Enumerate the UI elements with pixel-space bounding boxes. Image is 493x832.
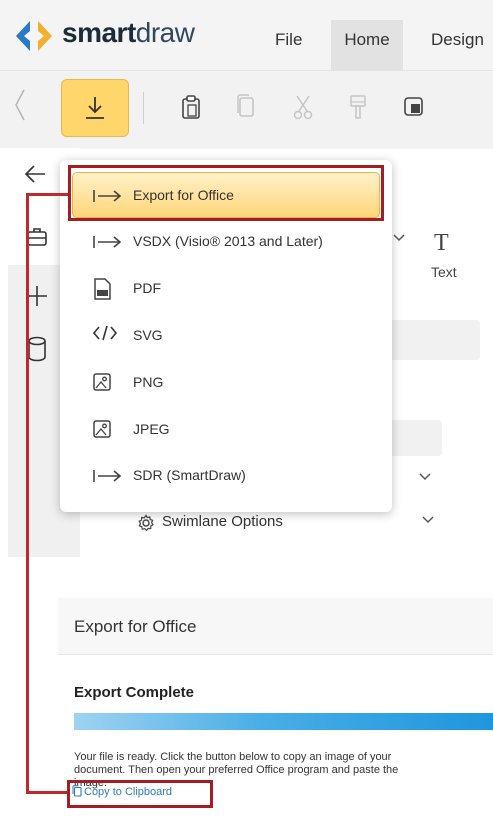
scroll-left-icon[interactable] bbox=[14, 88, 26, 122]
smartdraw-logo-icon bbox=[16, 21, 52, 51]
dropdown-item-svg[interactable]: SVG bbox=[133, 327, 163, 343]
image-icon bbox=[92, 372, 112, 392]
logo-text: smartdraw bbox=[62, 17, 195, 48]
export-arrow-icon bbox=[92, 468, 124, 484]
annotation-line bbox=[26, 193, 29, 794]
chevron-down-icon[interactable] bbox=[418, 472, 432, 482]
chevron-down-icon[interactable] bbox=[421, 515, 435, 525]
plus-icon[interactable] bbox=[26, 285, 48, 307]
menu-home[interactable]: Home bbox=[331, 20, 403, 70]
export-button[interactable] bbox=[61, 79, 129, 137]
briefcase-icon[interactable] bbox=[26, 227, 48, 247]
dropdown-item-pdf[interactable]: PDF bbox=[133, 280, 161, 296]
progress-fill bbox=[74, 713, 493, 730]
dropdown-item-png[interactable]: PNG bbox=[133, 374, 163, 390]
export-arrow-icon bbox=[92, 234, 124, 250]
menu-file[interactable]: File bbox=[275, 20, 302, 70]
copy-icon[interactable] bbox=[236, 94, 256, 120]
chevron-down-icon[interactable] bbox=[392, 233, 406, 243]
cut-icon[interactable] bbox=[292, 94, 314, 120]
format-painter-icon[interactable] bbox=[348, 94, 368, 120]
paste-icon[interactable] bbox=[180, 94, 202, 120]
pdf-file-icon bbox=[92, 278, 112, 300]
toolbar-divider bbox=[143, 92, 144, 124]
database-icon[interactable] bbox=[26, 336, 48, 362]
download-icon bbox=[84, 95, 106, 121]
annotation-box bbox=[67, 780, 213, 808]
swimlane-options-label[interactable]: Swimlane Options bbox=[162, 513, 283, 530]
menu-design[interactable]: Design bbox=[431, 20, 484, 70]
annotation-line bbox=[26, 791, 69, 794]
export-title: Export for Office bbox=[74, 617, 197, 636]
image-icon bbox=[92, 419, 112, 439]
text-tool-icon[interactable]: T bbox=[434, 230, 449, 257]
gear-icon bbox=[137, 514, 155, 532]
code-icon bbox=[92, 325, 118, 341]
export-status: Export Complete bbox=[74, 684, 195, 701]
text-tool-label: Text bbox=[431, 264, 457, 280]
back-arrow-icon[interactable] bbox=[24, 164, 46, 184]
arrange-icon[interactable] bbox=[403, 94, 425, 120]
dropdown-item-sdr-smartdraw[interactable]: SDR (SmartDraw) bbox=[133, 467, 246, 483]
annotation-line bbox=[26, 193, 70, 196]
annotation-box bbox=[68, 165, 384, 221]
dropdown-item-jpeg[interactable]: JPEG bbox=[133, 421, 170, 437]
dropdown-item-vsdx-visio-2013-and-later[interactable]: VSDX (Visio® 2013 and Later) bbox=[133, 233, 323, 249]
progress-bar bbox=[74, 713, 493, 730]
